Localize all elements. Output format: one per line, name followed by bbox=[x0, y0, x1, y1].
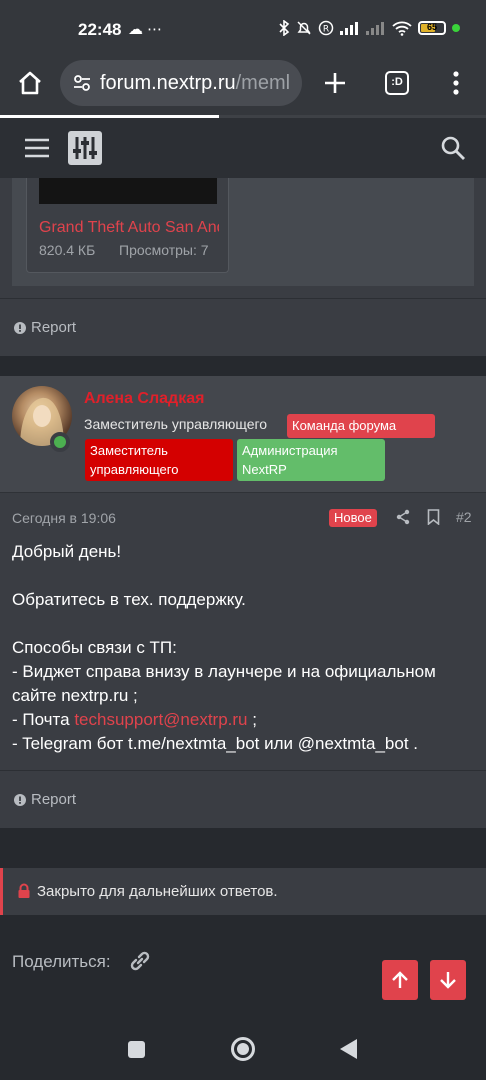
url-host: forum.nextrp.ru bbox=[100, 71, 236, 94]
post-date[interactable]: Сегодня в 19:06 bbox=[12, 510, 116, 526]
closed-notice-text: Закрыто для дальнейших ответов. bbox=[37, 883, 278, 900]
more-options-icon[interactable] bbox=[446, 70, 466, 96]
notification-icons: ☁ ⋯ bbox=[128, 21, 163, 38]
admin-badge: Администрация NextRP bbox=[237, 439, 385, 481]
way3-line: - Telegram бот t.me/nextmta_bot или @nex… bbox=[12, 734, 419, 753]
alert-icon bbox=[14, 793, 26, 806]
divider bbox=[0, 770, 486, 771]
team-badge: Команда форума bbox=[287, 414, 435, 438]
site-settings-icon[interactable] bbox=[72, 73, 92, 93]
signal-2-icon bbox=[366, 22, 384, 35]
bookmark-icon[interactable] bbox=[427, 509, 440, 525]
browser-toolbar: forum.nextrp.ru /meml :D bbox=[0, 60, 486, 118]
status-right-icons: R 65 bbox=[278, 20, 460, 36]
status-time: 22:48 bbox=[78, 20, 122, 39]
greeting-text: Добрый день! bbox=[12, 542, 122, 561]
report-label: Report bbox=[31, 791, 77, 808]
divider bbox=[0, 298, 486, 299]
way2-suffix: ; bbox=[247, 710, 257, 729]
alarm-off-icon bbox=[297, 21, 311, 35]
report-link[interactable]: Report bbox=[14, 319, 76, 336]
signal-icon bbox=[340, 22, 358, 35]
attachment-size: 820.4 КБ bbox=[39, 242, 96, 258]
post-body: Добрый день! Обратитесь в тех. поддержку… bbox=[12, 540, 474, 756]
wifi-icon bbox=[392, 21, 412, 36]
attachment-name[interactable]: Grand Theft Auto San Andreas bbox=[39, 219, 219, 237]
way1-line-b: сайте nextrp.ru ; bbox=[12, 686, 138, 705]
user-info: Алена Сладкая Заместитель управляющего К… bbox=[0, 376, 486, 492]
svg-text:R: R bbox=[323, 25, 329, 35]
home-icon[interactable] bbox=[16, 69, 44, 97]
hamburger-menu-icon[interactable] bbox=[24, 137, 50, 159]
username[interactable]: Алена Сладкая bbox=[84, 390, 204, 408]
support-email-link[interactable]: techsupport@nextrp.ru bbox=[74, 710, 247, 729]
online-status-icon bbox=[50, 432, 70, 452]
registered-icon: R bbox=[318, 20, 334, 36]
url-bar[interactable]: forum.nextrp.ru /meml bbox=[60, 60, 302, 106]
way2-line: - Почта techsupport@nextrp.ru ; bbox=[12, 708, 474, 732]
post-2: Алена Сладкая Заместитель управляющего К… bbox=[0, 376, 486, 828]
battery-level: 65 bbox=[426, 22, 437, 32]
system-navigation-bar bbox=[0, 1020, 486, 1080]
new-badge: Новое bbox=[329, 509, 377, 527]
url-path: /meml bbox=[235, 71, 291, 94]
divider bbox=[0, 492, 486, 493]
share-icon[interactable] bbox=[396, 509, 410, 525]
post-1: Grand Theft Auto San Andreas 820.4 КБ Пр… bbox=[0, 178, 486, 356]
status-bar: 22:48 ☁ ⋯ R 65 bbox=[0, 0, 486, 60]
attachment-card[interactable]: Grand Theft Auto San Andreas 820.4 КБ Пр… bbox=[26, 178, 229, 273]
alert-icon bbox=[14, 321, 26, 334]
battery-icon: 65 bbox=[418, 21, 446, 35]
scroll-down-button[interactable] bbox=[430, 960, 466, 1000]
scroll-up-button[interactable] bbox=[382, 960, 418, 1000]
link-icon[interactable] bbox=[127, 948, 153, 974]
attachment-views: Просмотры: 7 bbox=[119, 242, 209, 258]
ways-title: Способы связи с ТП: bbox=[12, 638, 177, 657]
back-icon[interactable] bbox=[340, 1039, 357, 1059]
attachment-thumbnail[interactable] bbox=[39, 178, 217, 204]
share-label: Поделиться: bbox=[12, 952, 111, 971]
tab-switcher-button[interactable]: :D bbox=[385, 71, 409, 95]
forum-header bbox=[0, 118, 486, 178]
search-icon[interactable] bbox=[440, 135, 466, 161]
arrow-up-icon bbox=[392, 971, 408, 988]
report-label: Report bbox=[31, 319, 77, 336]
way2-prefix: - Почта bbox=[12, 710, 75, 729]
new-tab-icon[interactable] bbox=[322, 70, 348, 96]
way1-line-a: - Виджет справа внизу в лаунчере и на оф… bbox=[12, 662, 436, 681]
forum-logo[interactable] bbox=[68, 131, 102, 165]
user-title: Заместитель управляющего bbox=[84, 416, 268, 432]
equalizer-icon bbox=[73, 137, 97, 159]
bluetooth-icon bbox=[279, 20, 290, 36]
report-link[interactable]: Report bbox=[14, 791, 76, 808]
lock-icon bbox=[18, 883, 30, 898]
post-number[interactable]: #2 bbox=[456, 509, 472, 525]
arrow-down-icon bbox=[440, 972, 456, 989]
home-button-icon[interactable] bbox=[231, 1037, 255, 1061]
active-dot-icon bbox=[452, 24, 460, 32]
recents-icon[interactable] bbox=[128, 1041, 145, 1058]
advice-text: Обратитесь в тех. поддержку. bbox=[12, 590, 246, 609]
deputy-badge: Заместитель управляющего bbox=[85, 439, 233, 481]
closed-notice: Закрыто для дальнейших ответов. bbox=[0, 868, 486, 915]
